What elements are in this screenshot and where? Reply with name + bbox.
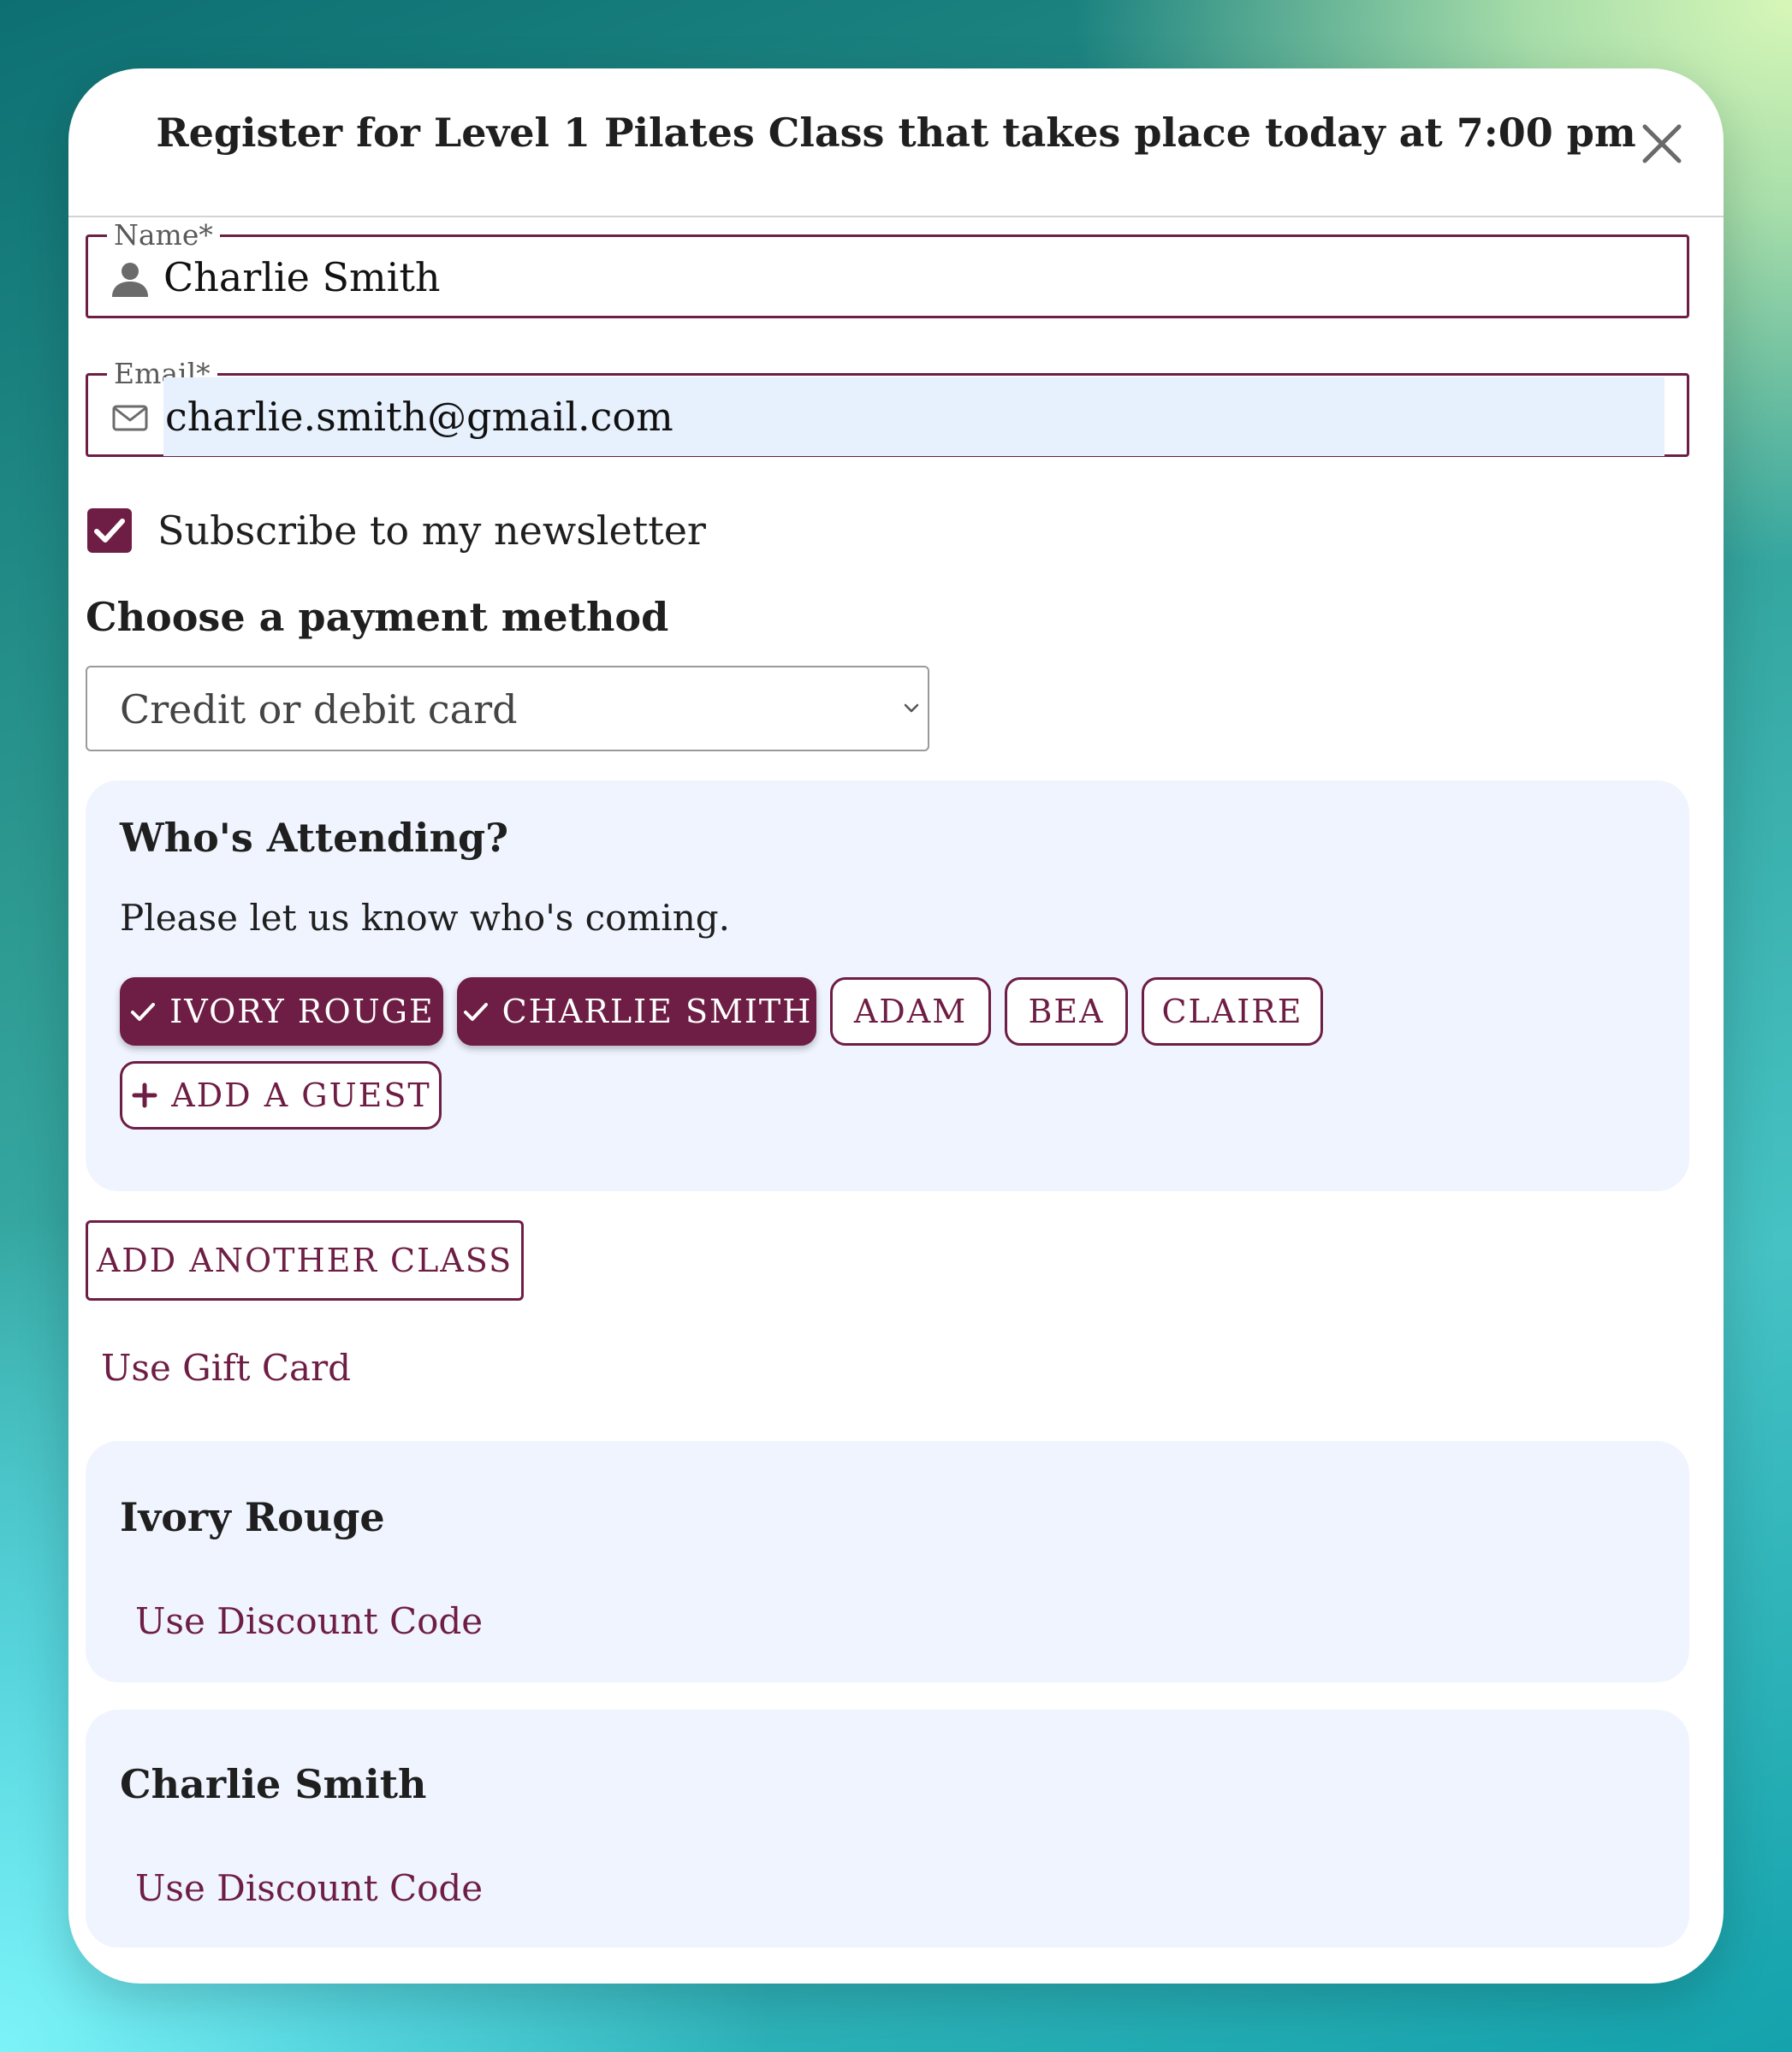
envelope-icon bbox=[110, 398, 150, 437]
newsletter-option[interactable]: Subscribe to my newsletter bbox=[86, 507, 1689, 555]
chevron-down-icon bbox=[902, 702, 921, 715]
attendee-discount-panel-charlie-smith: Charlie Smith Use Discount Code bbox=[86, 1710, 1689, 1948]
attending-panel: Who's Attending? Please let us know who'… bbox=[86, 780, 1689, 1191]
payment-method-select[interactable]: Credit or debit card bbox=[86, 666, 929, 751]
attendee-name: Ivory Rouge bbox=[120, 1494, 385, 1540]
modal-content: Name* Charlie Smith Email* charlie.smith… bbox=[86, 218, 1689, 1948]
attending-description: Please let us know who's coming. bbox=[120, 897, 730, 939]
attendee-discount-panel-ivory-rouge: Ivory Rouge Use Discount Code bbox=[86, 1441, 1689, 1682]
modal-title: Register for Level 1 Pilates Class that … bbox=[156, 110, 1636, 156]
use-discount-code-link[interactable]: Use Discount Code bbox=[135, 1598, 483, 1645]
payment-method-value: Credit or debit card bbox=[120, 686, 518, 732]
use-gift-card-link[interactable]: Use Gift Card bbox=[101, 1345, 351, 1391]
newsletter-checkbox[interactable] bbox=[87, 508, 132, 553]
attendee-chip-bea[interactable]: BEA bbox=[1005, 977, 1128, 1046]
attendee-chip-charlie-smith[interactable]: CHARLIE SMITH bbox=[457, 977, 816, 1046]
registration-modal: Register for Level 1 Pilates Class that … bbox=[68, 68, 1724, 1984]
name-field-label: Name* bbox=[107, 218, 220, 252]
name-field[interactable]: Name* Charlie Smith bbox=[86, 218, 1689, 318]
attendee-chip-label: BEA bbox=[1028, 993, 1105, 1030]
newsletter-label: Subscribe to my newsletter bbox=[157, 507, 706, 554]
attending-title: Who's Attending? bbox=[120, 815, 509, 861]
attendee-chip-adam[interactable]: ADAM bbox=[830, 977, 991, 1046]
add-another-class-button[interactable]: ADD ANOTHER CLASS bbox=[86, 1220, 524, 1301]
attendee-chip-label: CHARLIE SMITH bbox=[501, 993, 813, 1030]
attendee-name: Charlie Smith bbox=[120, 1761, 427, 1807]
name-input[interactable]: Charlie Smith bbox=[163, 252, 1664, 302]
add-guest-label: ADD A GUEST bbox=[171, 1076, 431, 1114]
check-icon bbox=[131, 1002, 156, 1021]
attendee-chip-label: IVORY ROUGE bbox=[169, 993, 435, 1030]
use-discount-code-link[interactable]: Use Discount Code bbox=[135, 1865, 483, 1912]
email-input[interactable]: charlie.smith@gmail.com bbox=[163, 377, 1664, 456]
close-icon[interactable] bbox=[1638, 120, 1686, 168]
attendee-chip-label: CLAIRE bbox=[1161, 993, 1303, 1030]
modal-header: Register for Level 1 Pilates Class that … bbox=[68, 68, 1724, 217]
attendee-chip-label: ADAM bbox=[853, 993, 968, 1030]
check-icon bbox=[463, 1002, 488, 1021]
attendee-chip-claire[interactable]: CLAIRE bbox=[1142, 977, 1323, 1046]
check-icon bbox=[94, 519, 125, 543]
email-field[interactable]: Email* charlie.smith@gmail.com bbox=[86, 357, 1689, 457]
attendee-chip-ivory-rouge[interactable]: IVORY ROUGE bbox=[120, 977, 443, 1046]
person-icon bbox=[110, 259, 150, 299]
payment-method-heading: Choose a payment method bbox=[86, 594, 669, 640]
plus-icon bbox=[132, 1082, 157, 1107]
add-guest-button[interactable]: ADD A GUEST bbox=[120, 1061, 442, 1130]
